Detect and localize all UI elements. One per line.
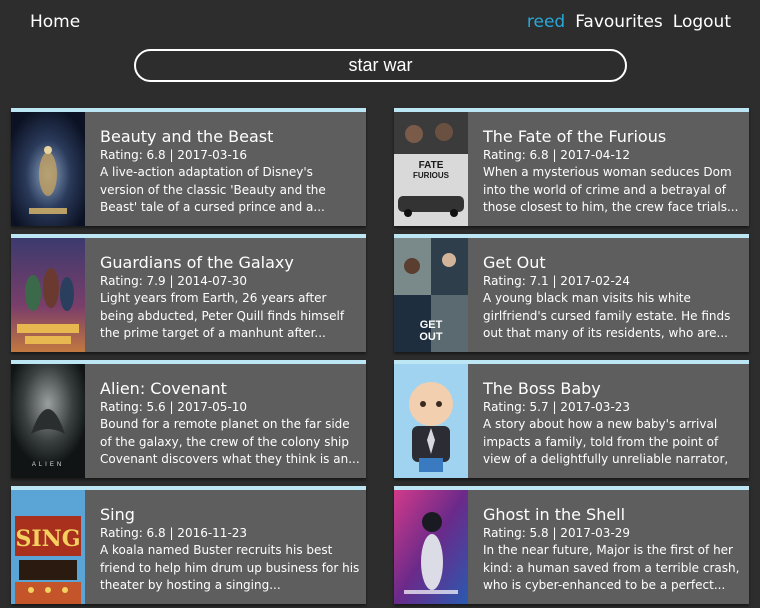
poster-image-beauty-and-the-beast [11, 112, 85, 226]
movie-card-the-fate-of-the-furious[interactable]: FATE FURIOUS The Fate of the Furious Rat… [394, 108, 749, 226]
poster-image-the-fate-of-the-furious: FATE FURIOUS [394, 112, 468, 226]
movie-description: Bound for a remote planet on the far sid… [100, 417, 360, 466]
movie-info: Beauty and the Beast Rating: 6.8 | 2017-… [100, 127, 360, 217]
movie-poster[interactable]: ALIEN [11, 364, 85, 478]
nav-favourites-link[interactable]: Favourites [575, 12, 663, 32]
movie-title: Beauty and the Beast [100, 127, 274, 146]
nav-user-link[interactable]: reed [527, 12, 565, 32]
nav-right-group: reed Favourites Logout [527, 12, 731, 32]
movie-rating-date: Rating: 6.8 | 2017-04-12 [483, 148, 631, 162]
movie-poster[interactable] [11, 112, 85, 226]
svg-text:SING: SING [15, 526, 80, 552]
movie-info: The Boss Baby Rating: 5.7 | 2017-03-23 A… [483, 379, 743, 469]
movie-rating-date: Rating: 7.9 | 2014-07-30 [100, 274, 248, 288]
movie-rating-date: Rating: 7.1 | 2017-02-24 [483, 274, 631, 288]
poster-image-sing: SING [11, 490, 85, 604]
movie-description: A koala named Buster recruits his best f… [100, 543, 360, 592]
movie-rating-date: Rating: 5.7 | 2017-03-23 [483, 400, 631, 414]
movie-description: A young black man visits his white girlf… [483, 291, 731, 340]
movie-card-sing[interactable]: SING Sing Rating: 6.8 | 2016-11-23 A koa… [11, 486, 366, 604]
svg-text:ALIEN: ALIEN [32, 462, 64, 468]
svg-text:FURIOUS: FURIOUS [413, 171, 450, 180]
movie-rating-date: Rating: 6.8 | 2017-03-16 [100, 148, 248, 162]
movie-rating-date: Rating: 6.8 | 2016-11-23 [100, 526, 248, 540]
movie-poster[interactable]: GET OUT [394, 238, 468, 352]
movie-card-beauty-and-the-beast[interactable]: Beauty and the Beast Rating: 6.8 | 2017-… [11, 108, 366, 226]
poster-image-guardians-of-the-galaxy [11, 238, 85, 352]
svg-text:OUT: OUT [419, 331, 443, 343]
nav-logout-link[interactable]: Logout [673, 12, 731, 32]
movie-info: Get Out Rating: 7.1 | 2017-02-24 A young… [483, 253, 743, 343]
movie-title: Alien: Covenant [100, 379, 227, 398]
movie-description: In the near future, Major is the first o… [483, 543, 740, 592]
movie-poster[interactable]: SING [11, 490, 85, 604]
movie-description: When a mysterious woman seduces Dom into… [483, 165, 739, 214]
movie-info: Alien: Covenant Rating: 5.6 | 2017-05-10… [100, 379, 360, 469]
movie-description: Light years from Earth, 26 years after b… [100, 291, 345, 340]
poster-image-get-out: GET OUT [394, 238, 468, 352]
search-bar [134, 49, 627, 82]
movie-card-ghost-in-the-shell[interactable]: Ghost in the Shell Rating: 5.8 | 2017-03… [394, 486, 749, 604]
movie-info: Ghost in the Shell Rating: 5.8 | 2017-03… [483, 505, 743, 595]
poster-image-alien-covenant: ALIEN [11, 364, 85, 478]
movie-title: The Fate of the Furious [483, 127, 667, 146]
movie-card-guardians-of-the-galaxy[interactable]: Guardians of the Galaxy Rating: 7.9 | 20… [11, 234, 366, 352]
movie-info: The Fate of the Furious Rating: 6.8 | 20… [483, 127, 743, 217]
poster-image-ghost-in-the-shell [394, 490, 468, 604]
movie-poster[interactable] [11, 238, 85, 352]
search-input[interactable] [134, 49, 627, 82]
movie-title: Guardians of the Galaxy [100, 253, 294, 272]
movie-title: Get Out [483, 253, 546, 272]
movie-card-get-out[interactable]: GET OUT Get Out Rating: 7.1 | 2017-02-24… [394, 234, 749, 352]
movie-info: Sing Rating: 6.8 | 2016-11-23 A koala na… [100, 505, 360, 595]
movie-rating-date: Rating: 5.6 | 2017-05-10 [100, 400, 248, 414]
movie-poster[interactable] [394, 364, 468, 478]
movie-rating-date: Rating: 5.8 | 2017-03-29 [483, 526, 631, 540]
movie-description: A live-action adaptation of Disney's ver… [100, 165, 326, 214]
top-navigation: Home reed Favourites Logout [0, 0, 760, 46]
svg-text:GET: GET [420, 319, 443, 331]
movie-description: A story about how a new baby's arrival i… [483, 417, 729, 466]
movie-title: Sing [100, 505, 135, 524]
svg-text:FATE: FATE [419, 160, 444, 171]
movie-poster[interactable]: FATE FURIOUS [394, 112, 468, 226]
movie-card-the-boss-baby[interactable]: The Boss Baby Rating: 5.7 | 2017-03-23 A… [394, 360, 749, 478]
movie-title: Ghost in the Shell [483, 505, 626, 524]
movie-title: The Boss Baby [483, 379, 601, 398]
movie-card-alien-covenant[interactable]: ALIEN Alien: Covenant Rating: 5.6 | 2017… [11, 360, 366, 478]
movie-poster[interactable] [394, 490, 468, 604]
nav-home-link[interactable]: Home [30, 12, 80, 32]
poster-image-the-boss-baby [394, 364, 468, 478]
movie-info: Guardians of the Galaxy Rating: 7.9 | 20… [100, 253, 360, 343]
